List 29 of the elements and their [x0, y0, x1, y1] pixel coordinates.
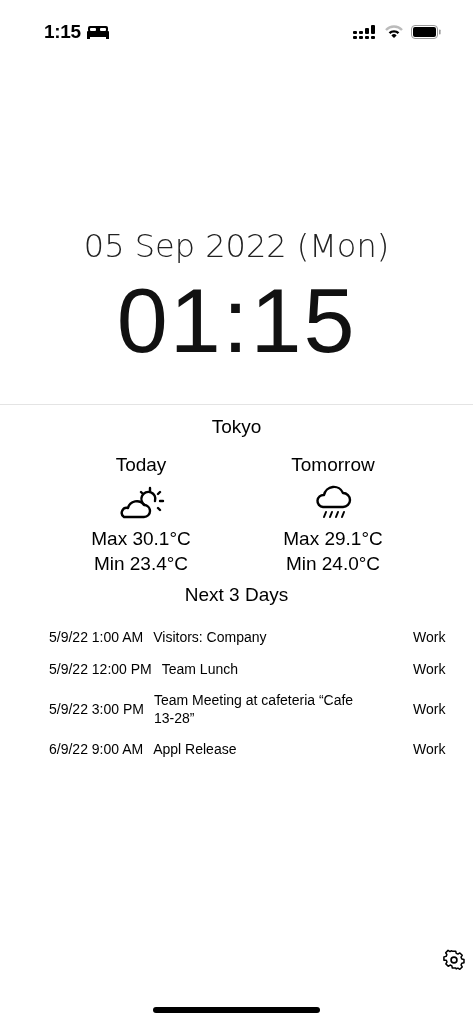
- wifi-icon: [385, 25, 403, 39]
- event-time: 5/9/22 3:00 PM: [49, 700, 144, 718]
- event-time: 5/9/22 12:00 PM: [49, 660, 152, 678]
- status-time: 1:15: [44, 21, 81, 43]
- event-time: 5/9/22 1:00 AM: [49, 628, 144, 646]
- signal-icon: [353, 25, 377, 39]
- calendar-name: Work: [413, 740, 447, 758]
- bed-icon: [86, 25, 109, 39]
- section-heading: Next 3 Days: [184, 583, 289, 607]
- event-title: Team Lunch: [161, 660, 240, 678]
- min-temperature: Min 24.0°C: [285, 552, 381, 576]
- battery-icon: [411, 25, 441, 39]
- calendar-name: Work: [413, 628, 447, 646]
- settings-icon: [443, 949, 465, 971]
- event-title: Team Meeting at cafeteria “Cafe 13-28”: [153, 691, 354, 727]
- city-label: Tokyo: [211, 415, 262, 439]
- day-label: Today: [115, 453, 167, 477]
- max-temperature: Max 30.1°C: [91, 527, 191, 551]
- min-temperature: Min 23.4°C: [93, 552, 189, 576]
- event-time: 6/9/22 9:00 AM: [49, 740, 144, 758]
- event-title: Visitors: Company: [153, 628, 268, 646]
- clock-time: 01:15: [116, 271, 357, 371]
- settings-button[interactable]: [441, 947, 467, 973]
- max-temperature: Max 29.1°C: [283, 527, 383, 551]
- calendar-name: Work: [413, 700, 447, 718]
- event-title: Appl Release: [153, 740, 238, 758]
- calendar-name: Work: [413, 660, 447, 678]
- day-label: Tomorrow: [291, 453, 375, 477]
- date-label: 05 Sep 2022 (Mon): [83, 226, 390, 267]
